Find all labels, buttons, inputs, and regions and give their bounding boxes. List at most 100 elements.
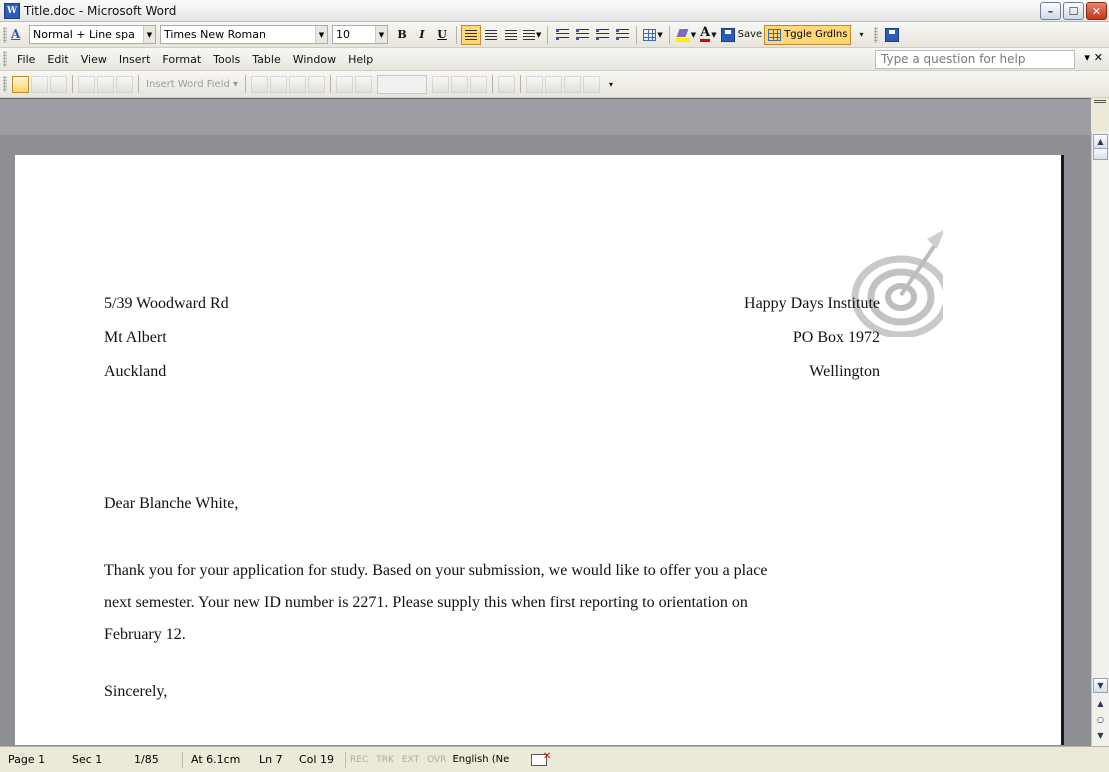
menu-format[interactable]: Format — [156, 53, 207, 66]
propagate-labels-icon[interactable] — [308, 75, 326, 93]
main-document-setup-icon[interactable] — [12, 75, 29, 93]
insert-merge-fields-icon[interactable] — [116, 75, 133, 93]
match-fields-icon[interactable] — [289, 75, 307, 93]
status-col: Col 19 — [299, 753, 334, 766]
status-at: At 6.1cm — [191, 753, 241, 766]
status-page-count: 1/85 — [134, 753, 159, 766]
style-select[interactable]: Normal + Line spa ▼ — [29, 25, 156, 44]
document-page[interactable]: 5/39 Woodward Rd Mt Albert Auckland Happ… — [15, 155, 1064, 745]
chevron-down-icon[interactable]: ▼ — [375, 26, 387, 43]
menu-insert[interactable]: Insert — [113, 53, 157, 66]
toolbar-options-button[interactable]: ▾ — [851, 25, 871, 45]
chevron-down-icon[interactable]: ▼ — [143, 26, 155, 43]
next-page-icon[interactable]: ▼ — [1093, 728, 1108, 743]
mail-merge-toolbar: Insert Word Field ▾ ▾ — [0, 71, 1109, 98]
chevron-down-icon[interactable]: ▼ — [315, 26, 327, 43]
next-record-icon[interactable] — [432, 75, 450, 93]
numbering-button[interactable] — [552, 25, 572, 45]
italic-button[interactable]: I — [412, 25, 432, 45]
go-to-record-input[interactable] — [377, 74, 428, 94]
save-macro-button[interactable]: Save — [719, 25, 765, 45]
chevron-down-icon: ▼ — [536, 30, 542, 39]
previous-record-icon[interactable] — [355, 75, 373, 93]
maximize-button[interactable]: ☐ — [1063, 2, 1084, 20]
sender-street: 5/39 Woodward Rd — [104, 295, 229, 312]
increase-indent-button[interactable] — [612, 25, 632, 45]
bullet-list-icon — [575, 29, 589, 40]
check-errors-icon[interactable] — [498, 75, 516, 93]
highlight-fields-icon[interactable] — [270, 75, 288, 93]
merge-to-document-icon[interactable] — [526, 75, 544, 93]
insert-greeting-icon[interactable] — [97, 75, 114, 93]
browse-object-icon[interactable]: ○ — [1093, 712, 1108, 727]
font-color-button[interactable]: A ▼ — [698, 25, 718, 45]
font-select-value: Times New Roman — [164, 28, 266, 41]
decrease-indent-button[interactable] — [592, 25, 612, 45]
document-close-icon[interactable]: ▾ ✕ — [1084, 51, 1103, 64]
highlight-button[interactable]: ▼ — [674, 25, 698, 45]
menu-window[interactable]: Window — [287, 53, 342, 66]
menu-tools[interactable]: Tools — [207, 53, 246, 66]
menu-edit[interactable]: Edit — [41, 53, 74, 66]
save-icon — [720, 27, 735, 42]
menu-grip[interactable] — [3, 51, 7, 67]
toolbar-grip[interactable] — [874, 26, 879, 43]
word-app-icon[interactable]: W — [4, 2, 20, 19]
menu-table[interactable]: Table — [246, 53, 286, 66]
merge-to-printer-icon[interactable] — [545, 75, 563, 93]
status-ext[interactable]: EXT — [398, 755, 423, 765]
split-handle[interactable] — [1091, 98, 1109, 132]
borders-button[interactable]: ▼ — [641, 25, 664, 45]
document-workspace: 5/39 Woodward Rd Mt Albert Auckland Happ… — [0, 98, 1091, 746]
view-merged-data-icon[interactable] — [251, 75, 269, 93]
scroll-down-icon[interactable]: ▼ — [1093, 678, 1108, 693]
underline-button[interactable]: U — [432, 25, 452, 45]
toolbar-separator — [138, 75, 139, 93]
recipients-icon[interactable] — [50, 75, 67, 93]
font-select[interactable]: Times New Roman ▼ — [160, 25, 328, 44]
help-search-input[interactable]: Type a question for help — [875, 50, 1075, 69]
spelling-status-icon[interactable] — [531, 751, 551, 766]
scroll-thumb[interactable] — [1093, 148, 1108, 160]
align-left-button[interactable] — [461, 24, 481, 45]
border-icon — [643, 28, 657, 41]
previous-page-icon[interactable]: ▲ — [1093, 696, 1108, 711]
styles-pane-icon[interactable]: A — [11, 27, 27, 43]
open-data-source-icon[interactable] — [31, 75, 48, 93]
menu-file[interactable]: File — [11, 53, 41, 66]
find-entry-icon[interactable] — [470, 75, 488, 93]
save-icon — [885, 27, 900, 42]
recipient-name: Happy Days Institute — [744, 295, 880, 312]
align-center-button[interactable] — [481, 25, 501, 45]
minimize-button[interactable]: – — [1040, 2, 1061, 20]
line-spacing-button[interactable]: ▼ — [521, 25, 543, 45]
align-right-button[interactable] — [501, 25, 521, 45]
menu-help[interactable]: Help — [342, 53, 379, 66]
last-record-icon[interactable] — [451, 75, 469, 93]
chevron-down-icon: ▼ — [690, 30, 697, 39]
bullets-button[interactable] — [572, 25, 592, 45]
close-button[interactable]: ✕ — [1086, 2, 1107, 20]
vertical-scrollbar[interactable]: ▲ ▼ ▲ ○ ▼ — [1091, 132, 1109, 746]
status-rec[interactable]: REC — [346, 755, 372, 765]
status-ovr[interactable]: OVR — [423, 755, 450, 765]
first-record-icon[interactable] — [336, 75, 354, 93]
save-button[interactable] — [882, 25, 902, 45]
insert-word-field-button[interactable]: Insert Word Field ▾ — [143, 79, 241, 90]
merge-to-fax-icon[interactable] — [583, 75, 601, 93]
bold-button[interactable]: B — [392, 25, 412, 45]
toolbar-options-button[interactable]: ▾ — [601, 74, 621, 94]
scroll-up-icon[interactable]: ▲ — [1093, 134, 1108, 149]
toolbar-grip[interactable] — [3, 26, 7, 43]
menu-view[interactable]: View — [75, 53, 113, 66]
window-title: Title.doc - Microsoft Word — [24, 3, 177, 18]
sender-city: Auckland — [104, 363, 167, 380]
status-trk[interactable]: TRK — [372, 755, 398, 765]
toolbar-grip[interactable] — [3, 76, 7, 92]
merge-to-email-icon[interactable] — [564, 75, 582, 93]
body-line: next semester. Your new ID number is 227… — [104, 594, 748, 611]
insert-address-block-icon[interactable] — [78, 75, 95, 93]
font-size-select[interactable]: 10 ▼ — [332, 25, 388, 44]
toggle-gridlines-button[interactable]: Tggle Grdlns — [764, 24, 852, 45]
status-language[interactable]: English (Ne — [450, 754, 517, 765]
